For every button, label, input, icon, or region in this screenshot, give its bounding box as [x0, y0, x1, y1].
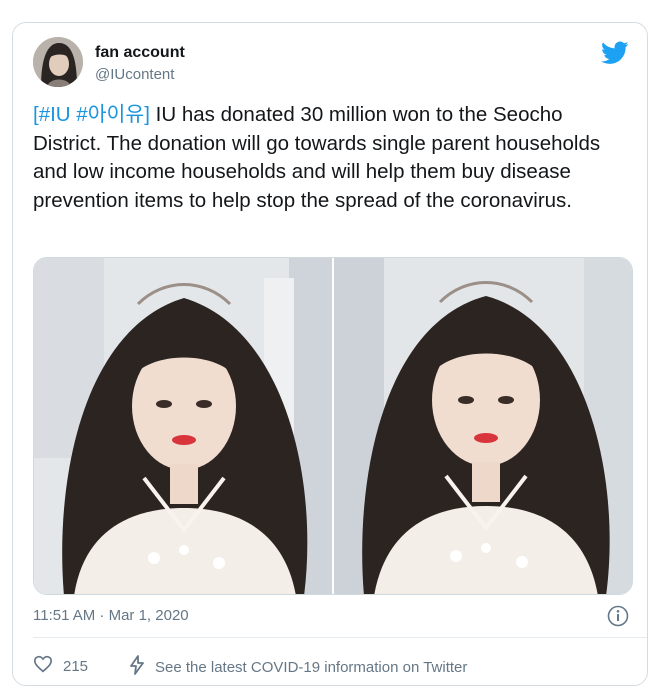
- tweet-photo[interactable]: [34, 258, 332, 594]
- user-name[interactable]: fan account: [95, 44, 185, 62]
- twitter-bird-icon[interactable]: [601, 41, 629, 65]
- tweet-photo[interactable]: [334, 258, 632, 594]
- covid-info-link[interactable]: See the latest COVID-19 information on T…: [129, 655, 467, 679]
- divider: [33, 637, 647, 638]
- lightning-icon: [129, 655, 145, 679]
- info-icon[interactable]: [607, 605, 629, 627]
- heart-icon: [33, 655, 53, 677]
- user-handle[interactable]: @IUcontent: [95, 66, 174, 83]
- tweet-text: [#IU #아이유] IU has donated 30 million won…: [33, 101, 633, 215]
- avatar[interactable]: [33, 37, 83, 87]
- tweet-timestamp[interactable]: 11:51 AM · Mar 1, 2020: [33, 607, 189, 624]
- covid-info-text: See the latest COVID-19 information on T…: [155, 658, 468, 676]
- like-count: 215: [63, 657, 89, 675]
- tweet-card[interactable]: fan account @IUcontent [#IU #아이유] IU has…: [12, 22, 648, 686]
- hashtag-link[interactable]: [#IU #아이유]: [33, 103, 150, 126]
- like-button[interactable]: 215: [33, 655, 88, 677]
- media-grid[interactable]: [33, 257, 633, 595]
